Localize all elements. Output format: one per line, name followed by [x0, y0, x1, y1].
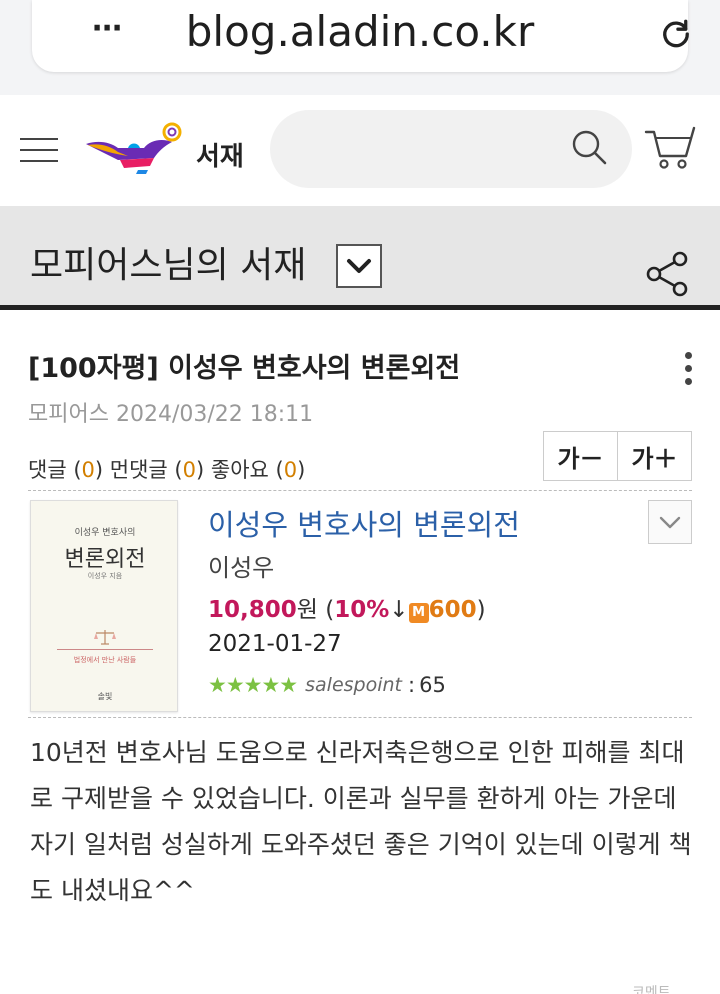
divider: [28, 490, 692, 491]
cover-note: 법정에서 만난 사람들: [73, 656, 137, 664]
post-author[interactable]: 모피어스: [28, 402, 109, 427]
scales-icon: [94, 630, 116, 645]
browser-toolbar: ⋯ blog.aladin.co.kr: [0, 0, 720, 95]
book-expand-button[interactable]: [648, 500, 692, 544]
more-vertical-icon[interactable]: [682, 352, 694, 392]
post-title[interactable]: [100자평] 이성우 변호사의 변론외전: [28, 346, 460, 385]
likes-link[interactable]: 좋아요 (0): [211, 458, 305, 482]
menu-icon[interactable]: [20, 138, 58, 164]
cart-icon[interactable]: [644, 124, 696, 170]
site-header: 서재: [0, 96, 720, 206]
mileage-value: 600: [428, 597, 477, 623]
aladin-lamp-logo[interactable]: [84, 122, 188, 176]
book-author[interactable]: 이성우: [208, 548, 274, 583]
post-meta: 모피어스 2024/03/22 18:11: [28, 396, 313, 428]
book-cover[interactable]: 이성우 변호사의 변론외전 이성우 지음 법정에서 만난 사람들 솔빛: [30, 500, 178, 712]
discount-rate: 10%: [334, 597, 390, 623]
cover-small-text: 이성우 변호사의: [74, 528, 136, 538]
footer-hint: 코멘트: [632, 985, 671, 994]
trackbacks-link[interactable]: 먼댓글 (0): [110, 458, 204, 482]
book-rating: ★★★★★ salespoint : 65: [208, 670, 446, 700]
chevron-down-icon: [347, 259, 371, 273]
book-price: 10,800원 (10%↓ M 600): [208, 597, 486, 623]
price-value: 10,800: [208, 597, 297, 623]
font-smaller-button[interactable]: 가－: [544, 432, 617, 480]
review-text: 10년전 변호사님 도움으로 신라저축은행으로 인한 피해를 최대로 구제받을 …: [30, 738, 692, 905]
font-larger-button[interactable]: 가＋: [617, 432, 691, 480]
cover-publisher: 솔빛: [97, 692, 113, 701]
url-text[interactable]: blog.aladin.co.kr: [132, 4, 588, 60]
cover-subtitle: 이성우 지음: [87, 572, 123, 580]
more-icon[interactable]: ⋯: [92, 14, 123, 44]
search-input[interactable]: [270, 110, 632, 188]
reload-icon[interactable]: [658, 16, 694, 52]
salespoint-label: salespoint: [305, 674, 403, 696]
salespoint-separator: :: [408, 673, 416, 697]
library-title-bar: 모피어스님의 서재: [0, 206, 720, 310]
search-icon[interactable]: [570, 128, 610, 168]
share-icon[interactable]: [644, 250, 690, 298]
salespoint-value: 65: [419, 673, 446, 697]
library-title: 모피어스님의 서재: [30, 245, 307, 286]
post-stats: 댓글 (0) 먼댓글 (0) 좋아요 (0): [28, 454, 305, 484]
star-rating-icon: ★★★★★: [208, 673, 298, 697]
likes-count: 0: [283, 458, 298, 482]
publish-date: 2021-01-27: [208, 631, 342, 657]
book-title-link[interactable]: 이성우 변호사의 변론외전: [208, 502, 520, 544]
comments-link[interactable]: 댓글 (0): [28, 458, 103, 482]
library-dropdown-button[interactable]: [336, 244, 382, 288]
divider: [28, 717, 692, 718]
chevron-down-icon: [659, 516, 681, 529]
price-unit: 원: [296, 597, 318, 623]
cover-rule: [57, 649, 153, 650]
address-bar[interactable]: ⋯ blog.aladin.co.kr: [32, 0, 689, 72]
trackbacks-count: 0: [182, 458, 196, 482]
post-datetime: 2024/03/22 18:11: [115, 402, 314, 427]
font-size-controls: 가－ 가＋: [543, 431, 692, 481]
cover-title: 변론외전: [64, 547, 146, 572]
logo-text[interactable]: 서재: [196, 136, 244, 173]
comments-count: 0: [81, 458, 95, 482]
mileage-icon: M: [408, 603, 429, 623]
